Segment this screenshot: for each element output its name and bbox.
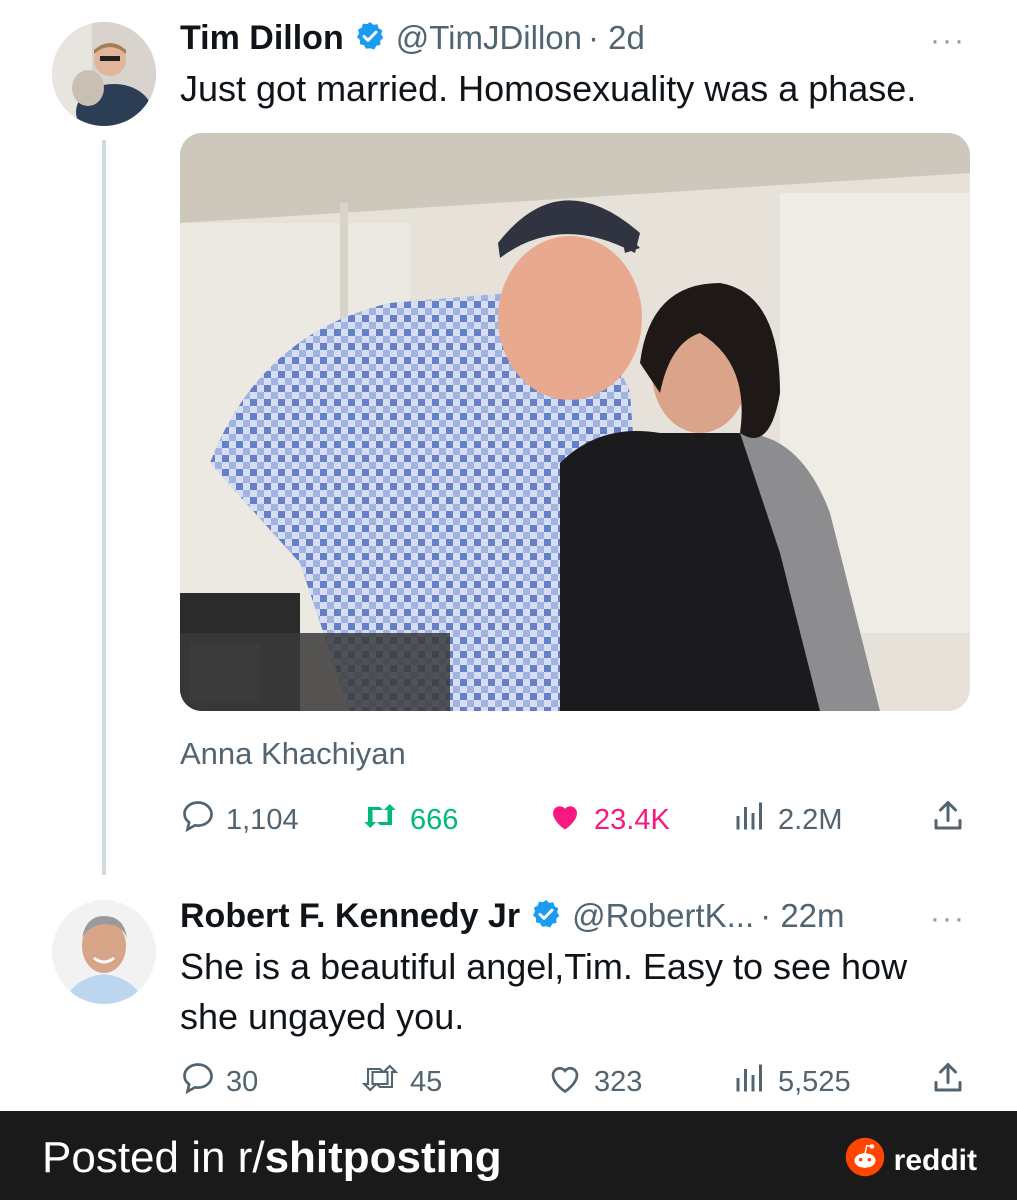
tweet1-author-name[interactable]: Tim Dillon [180, 19, 344, 58]
tweet1-reply-count: 1,104 [226, 803, 299, 836]
tweet1-like-button[interactable]: 23.4K [546, 798, 670, 842]
share-icon [930, 801, 966, 838]
avatar-robert-kennedy[interactable] [52, 900, 156, 1004]
thread-connector-line [102, 140, 106, 875]
tweet2-share-button[interactable] [930, 1060, 966, 1101]
subreddit-name[interactable]: shitposting [265, 1133, 502, 1182]
reply-icon [180, 798, 226, 842]
tweet2-timestamp[interactable]: · 22m [760, 897, 844, 935]
tweet1-header: Tim Dillon @TimJDillon · 2d [180, 16, 645, 60]
tweet1-views-count: 2.2M [778, 803, 843, 836]
photo-tag-caption[interactable]: Anna Khachiyan [180, 736, 406, 772]
reddit-logo-icon [844, 1136, 886, 1186]
tweet2-retweet-button[interactable]: 45 [360, 1060, 442, 1104]
tweet1-text: Just got married. Homosexuality was a ph… [180, 68, 917, 109]
tweet2-reply-button[interactable]: 30 [180, 1060, 258, 1104]
posted-in-prefix: Posted in r/ [42, 1133, 265, 1182]
tweet1-photo[interactable] [180, 133, 970, 711]
avatar-tim-dillon[interactable] [52, 22, 156, 126]
tweet1-retweet-button[interactable]: 666 [360, 798, 458, 842]
tweet2-like-count: 323 [594, 1065, 643, 1098]
retweet-icon [360, 1060, 410, 1104]
verified-badge-icon [530, 898, 562, 935]
verified-badge-icon [354, 20, 386, 57]
share-icon [930, 1063, 966, 1100]
retweet-icon [360, 798, 410, 842]
reply-icon [180, 1060, 226, 1104]
tweet2-reply-count: 30 [226, 1065, 259, 1098]
tweet2-header: Robert F. Kennedy Jr @RobertK... · 22m [180, 894, 845, 938]
views-icon [732, 1060, 778, 1104]
reddit-brand[interactable]: reddit [844, 1136, 977, 1186]
tweet1-retweet-count: 666 [410, 803, 459, 836]
tweet1-handle[interactable]: @TimJDillon [396, 19, 582, 57]
posted-in-label[interactable]: Posted in r/shitposting [42, 1133, 502, 1183]
tweet1-timestamp[interactable]: · 2d [588, 19, 645, 57]
like-icon [546, 1060, 594, 1104]
tweet1-more-menu-icon[interactable]: ··· [930, 24, 966, 58]
tweet2-handle[interactable]: @RobertK... [572, 897, 754, 935]
tweet1-views-button[interactable]: 2.2M [732, 798, 842, 842]
tweet2-views-button[interactable]: 5,525 [732, 1060, 851, 1104]
tweet2-text-line2: she ungayed you. [180, 996, 465, 1037]
like-icon [546, 798, 594, 842]
tweet1-reply-button[interactable]: 1,104 [180, 798, 299, 842]
reddit-wordmark: reddit [893, 1144, 977, 1177]
tweet1-like-count: 23.4K [594, 803, 670, 836]
views-icon [732, 798, 778, 842]
tweet2-author-name[interactable]: Robert F. Kennedy Jr [180, 897, 520, 936]
tweet2-retweet-count: 45 [410, 1065, 443, 1098]
tweet2-text-line1: She is a beautiful angel,Tim. Easy to se… [180, 946, 908, 987]
tweet2-more-menu-icon[interactable]: ··· [930, 902, 966, 936]
tweet2-views-count: 5,525 [778, 1065, 851, 1098]
tweet2-like-button[interactable]: 323 [546, 1060, 642, 1104]
tweet1-share-button[interactable] [930, 798, 966, 839]
